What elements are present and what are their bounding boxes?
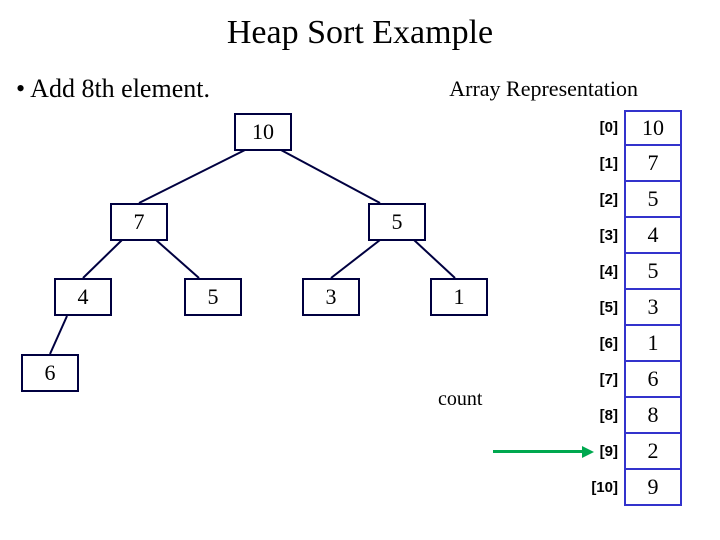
array-index: [2] (588, 182, 624, 218)
array-cell: 2 (624, 432, 682, 470)
array-index: [5] (588, 290, 624, 326)
array-index: [1] (588, 146, 624, 182)
array-table: [0]10 [1]7 [2]5 [3]4 [4]5 [5]3 [6]1 [7]6… (588, 110, 682, 506)
array-index: [3] (588, 218, 624, 254)
array-index: [8] (588, 398, 624, 434)
array-row: [7]6 (588, 362, 682, 398)
array-index: [10] (588, 470, 624, 506)
array-index: [0] (588, 110, 624, 146)
tree-node-4: 5 (184, 278, 242, 316)
array-cell: 9 (624, 468, 682, 506)
array-row: [9]2 (588, 434, 682, 470)
array-index: [4] (588, 254, 624, 290)
tree-node-6: 1 (430, 278, 488, 316)
array-cell: 8 (624, 396, 682, 434)
array-cell: 7 (624, 144, 682, 182)
array-cell: 3 (624, 288, 682, 326)
array-cell: 10 (624, 110, 682, 146)
array-row: [2]5 (588, 182, 682, 218)
array-cell: 1 (624, 324, 682, 362)
tree-node-root: 10 (234, 113, 292, 151)
array-index: [6] (588, 326, 624, 362)
array-row: [1]7 (588, 146, 682, 182)
array-row: [10]9 (588, 470, 682, 506)
count-label: count (438, 388, 482, 411)
array-row: [3]4 (588, 218, 682, 254)
array-cell: 5 (624, 180, 682, 218)
tree-node-7: 6 (21, 354, 79, 392)
array-row: [6]1 (588, 326, 682, 362)
tree-node-3: 4 (54, 278, 112, 316)
array-row: [5]3 (588, 290, 682, 326)
tree-node-1: 7 (110, 203, 168, 241)
array-index: [7] (588, 362, 624, 398)
array-cell: 6 (624, 360, 682, 398)
tree-node-5: 3 (302, 278, 360, 316)
array-cell: 4 (624, 216, 682, 254)
array-row: [8]8 (588, 398, 682, 434)
array-row: [0]10 (588, 110, 682, 146)
array-row: [4]5 (588, 254, 682, 290)
tree-node-2: 5 (368, 203, 426, 241)
array-cell: 5 (624, 252, 682, 290)
